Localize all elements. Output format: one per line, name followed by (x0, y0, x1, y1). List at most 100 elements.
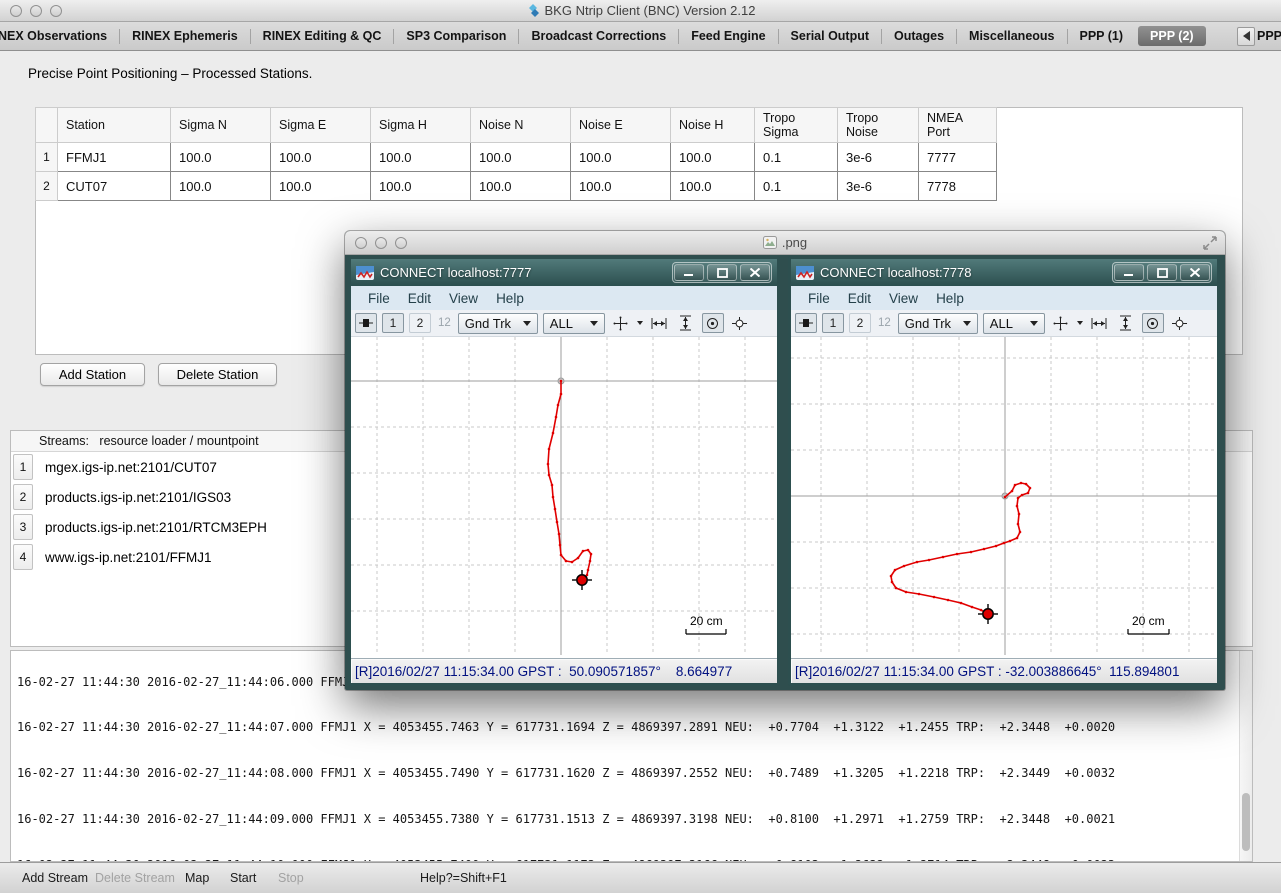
chevron-down-icon[interactable] (637, 321, 643, 325)
tab-ppp-1[interactable]: PPP (1) (1068, 25, 1136, 47)
cell-noise-h[interactable]: 100.0 (671, 143, 755, 172)
menu-file[interactable]: File (359, 291, 399, 306)
minimize-window-icon[interactable] (30, 5, 42, 17)
menu-help[interactable]: Help (927, 291, 973, 306)
tab-ppp-2-selected[interactable]: PPP (2) (1138, 26, 1206, 46)
cell-sigma-e[interactable]: 100.0 (271, 143, 371, 172)
tab-rinex-observations[interactable]: NEX Observations (0, 25, 119, 47)
chevron-down-icon[interactable] (1077, 321, 1083, 325)
zoom-window-icon[interactable] (50, 5, 62, 17)
delete-station-button[interactable]: Delete Station (158, 363, 277, 386)
fit-horizontal-button[interactable] (1088, 313, 1110, 333)
satellite-filter-dropdown[interactable]: ALL (983, 313, 1045, 334)
add-station-button[interactable]: Add Station (40, 363, 145, 386)
tab-feed-engine[interactable]: Feed Engine (679, 25, 777, 47)
center-plot-button[interactable] (610, 313, 632, 333)
cell-sigma-n[interactable]: 100.0 (171, 143, 271, 172)
close-window-icon[interactable] (355, 237, 367, 249)
chevron-down-icon (963, 321, 971, 326)
tab-rinex-editing-qc[interactable]: RINEX Editing & QC (251, 25, 394, 47)
chevron-down-icon (523, 321, 531, 326)
maximize-button[interactable] (707, 264, 737, 281)
tab-scroll-left-button[interactable] (1237, 27, 1255, 46)
plot-toolbar: 1 2 12 Gnd Trk ALL (791, 310, 1217, 337)
cell-sigma-e[interactable]: 100.0 (271, 172, 371, 201)
solution-2-button[interactable]: 2 (409, 313, 431, 333)
png-preview-window[interactable]: .png CONNECT localhost:7777 (345, 231, 1225, 690)
tab-serial-output[interactable]: Serial Output (779, 25, 881, 47)
maximize-button[interactable] (1147, 264, 1177, 281)
cell-noise-e[interactable]: 100.0 (571, 172, 671, 201)
fit-horizontal-button[interactable] (648, 313, 670, 333)
cell-noise-e[interactable]: 100.0 (571, 143, 671, 172)
solution-1-button[interactable]: 1 (822, 313, 844, 333)
log-scrollbar[interactable] (1239, 651, 1252, 861)
cell-tropo-noise[interactable]: 3e-6 (838, 172, 919, 201)
cell-sigma-h[interactable]: 100.0 (371, 143, 471, 172)
tab-sp3-comparison[interactable]: SP3 Comparison (394, 25, 518, 47)
cell-noise-n[interactable]: 100.0 (471, 143, 571, 172)
tab-broadcast-corrections[interactable]: Broadcast Corrections (519, 25, 678, 47)
connect-7778-title: CONNECT localhost:7778 (820, 265, 1106, 280)
cell-noise-h[interactable]: 100.0 (671, 172, 755, 201)
plot-type-dropdown[interactable]: Gnd Trk (898, 313, 978, 334)
main-titlebar[interactable]: BKG Ntrip Client (BNC) Version 2.12 (0, 0, 1281, 22)
map-button[interactable]: Map (185, 871, 209, 885)
menu-view[interactable]: View (440, 291, 487, 306)
track-center-button[interactable] (702, 313, 724, 333)
menu-edit[interactable]: Edit (839, 291, 880, 306)
start-button[interactable]: Start (230, 871, 256, 885)
tab-overflow-partial[interactable]: PPP (1257, 25, 1281, 47)
ground-track-canvas: 20 cm (351, 337, 777, 655)
marker-style-button[interactable] (355, 313, 377, 333)
tab-rinex-ephemeris[interactable]: RINEX Ephemeris (120, 25, 250, 47)
cell-tropo-sigma[interactable]: 0.1 (755, 172, 838, 201)
menu-file[interactable]: File (799, 291, 839, 306)
menu-help[interactable]: Help (487, 291, 533, 306)
cell-tropo-sigma[interactable]: 0.1 (755, 143, 838, 172)
solution-2-button[interactable]: 2 (849, 313, 871, 333)
minimize-button[interactable] (674, 264, 704, 281)
log-scrollbar-thumb[interactable] (1242, 793, 1250, 851)
ground-track-plot-7778[interactable]: 20 cm (791, 337, 1217, 658)
cell-tropo-noise[interactable]: 3e-6 (838, 143, 919, 172)
minimize-window-icon[interactable] (375, 237, 387, 249)
png-titlebar[interactable]: .png (345, 231, 1225, 255)
menu-edit[interactable]: Edit (399, 291, 440, 306)
marker-style-button[interactable] (795, 313, 817, 333)
fix-center-button[interactable] (1169, 313, 1191, 333)
cell-noise-n[interactable]: 100.0 (471, 172, 571, 201)
circle-crosshair-icon (1172, 317, 1187, 330)
ground-track-plot-7777[interactable]: 20 cm (351, 337, 777, 658)
maximize-icon (717, 268, 728, 278)
log-line: 16-02-27 11:44:30 2016-02-27_11:44:07.00… (17, 720, 1252, 735)
cell-nmea-port[interactable]: 7778 (919, 172, 997, 201)
center-plot-button[interactable] (1050, 313, 1072, 333)
close-button[interactable] (1180, 264, 1210, 281)
add-stream-button[interactable]: Add Stream (22, 871, 88, 885)
satellite-filter-dropdown[interactable]: ALL (543, 313, 605, 334)
cell-station[interactable]: CUT07 (58, 172, 171, 201)
close-window-icon[interactable] (10, 5, 22, 17)
menu-view[interactable]: View (880, 291, 927, 306)
cell-sigma-h[interactable]: 100.0 (371, 172, 471, 201)
track-center-button[interactable] (1142, 313, 1164, 333)
connect-7777-titlebar[interactable]: CONNECT localhost:7777 (351, 259, 777, 286)
fix-center-button[interactable] (729, 313, 751, 333)
plot-type-dropdown[interactable]: Gnd Trk (458, 313, 538, 334)
close-button[interactable] (740, 264, 770, 281)
tab-outages[interactable]: Outages (882, 25, 956, 47)
cell-sigma-n[interactable]: 100.0 (171, 172, 271, 201)
fit-vertical-button[interactable] (675, 313, 697, 333)
fit-vertical-button[interactable] (1115, 313, 1137, 333)
expand-window-icon[interactable] (1203, 236, 1217, 250)
zoom-window-icon[interactable] (395, 237, 407, 249)
cell-station[interactable]: FFMJ1 (58, 143, 171, 172)
stream-row-number: 4 (13, 544, 33, 570)
tab-miscellaneous[interactable]: Miscellaneous (957, 25, 1066, 47)
minimize-button[interactable] (1114, 264, 1144, 281)
connect-7778-titlebar[interactable]: CONNECT localhost:7778 (791, 259, 1217, 286)
cell-nmea-port[interactable]: 7777 (919, 143, 997, 172)
window-controls (672, 262, 772, 283)
solution-1-button[interactable]: 1 (382, 313, 404, 333)
